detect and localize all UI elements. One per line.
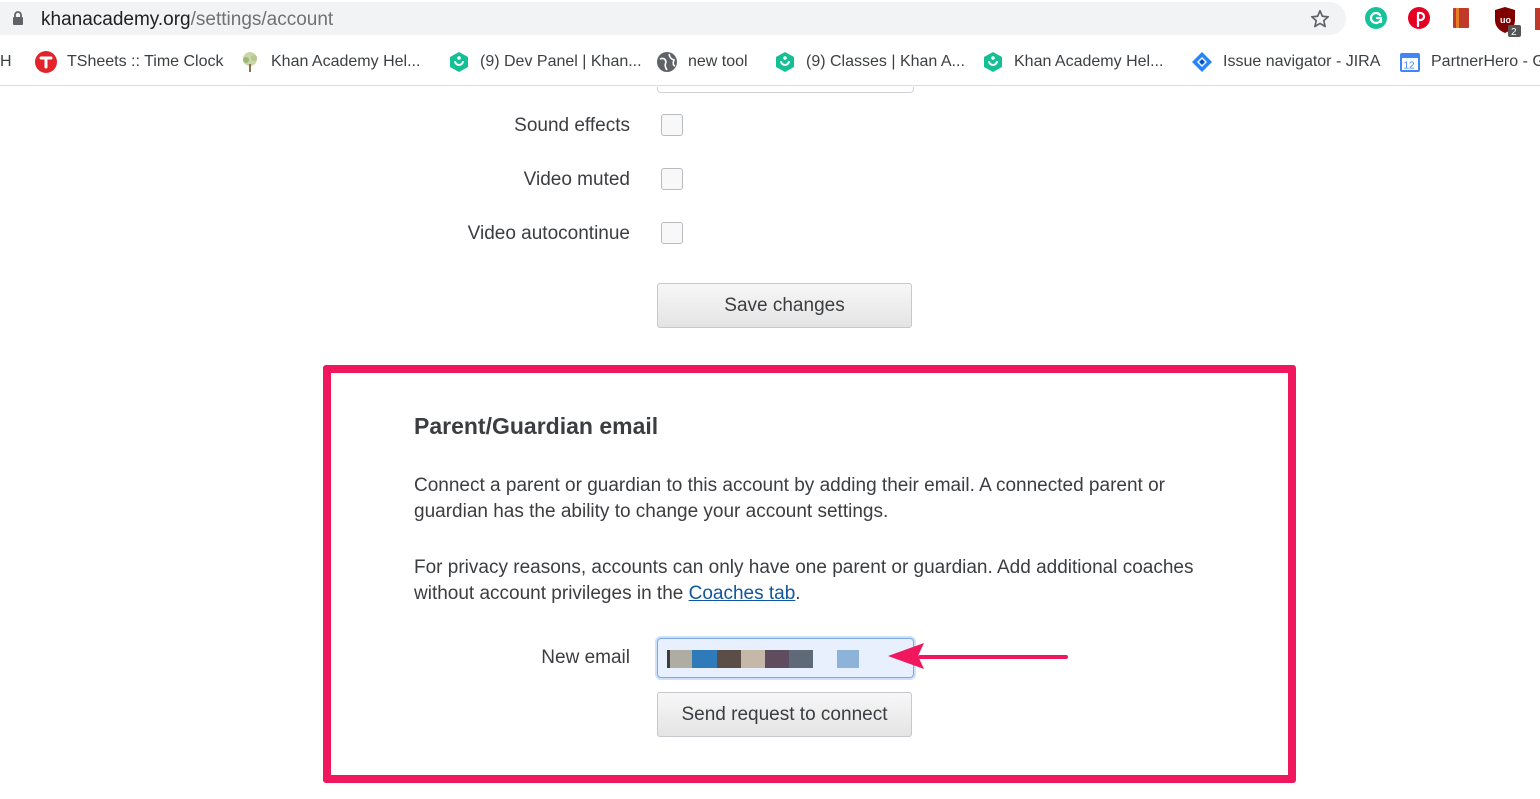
url-domain: khanacademy.org — [41, 9, 191, 30]
guardian-description: Connect a parent or guardian to this acc… — [414, 475, 1165, 522]
bookmark-label: new tool — [688, 53, 748, 70]
sound-effects-label: Sound effects — [514, 115, 630, 136]
bookmark-classes[interactable]: (9) Classes | Khan A... — [774, 50, 965, 74]
bookmark-label: TSheets :: Time Clock — [67, 53, 224, 70]
extension-cut-icon[interactable] — [1535, 8, 1540, 30]
sound-effects-checkbox[interactable] — [661, 114, 683, 136]
tsheets-icon — [35, 51, 57, 73]
calendar-icon: 12 — [1400, 53, 1420, 72]
settings-page: Sound effects Video muted Video autocont… — [0, 87, 1540, 799]
new-email-label: New email — [541, 647, 630, 668]
grammarly-icon[interactable] — [1364, 6, 1388, 30]
bookmark-h[interactable]: H — [0, 50, 12, 74]
bookmark-label: (9) Classes | Khan A... — [806, 53, 965, 70]
globe-icon — [657, 52, 677, 72]
coaches-tab-link[interactable]: Coaches tab — [689, 583, 796, 604]
video-muted-checkbox[interactable] — [661, 168, 683, 190]
tree-icon — [243, 52, 257, 72]
save-changes-button[interactable]: Save changes — [657, 283, 912, 328]
bookmark-tsheets[interactable]: TSheets :: Time Clock — [35, 50, 224, 74]
bookmark-extension-icon[interactable] — [1450, 6, 1474, 30]
svg-text:uo: uo — [1500, 15, 1511, 25]
bookmark-dev-panel[interactable]: (9) Dev Panel | Khan... — [448, 50, 642, 74]
bookmark-label: Khan Academy Hel... — [1014, 53, 1164, 70]
url-text: khanacademy.org/settings/account — [41, 9, 333, 31]
bookmark-jira[interactable]: Issue navigator - JIRA — [1191, 50, 1380, 74]
annotation-arrow-icon — [888, 643, 1068, 669]
bookmark-khan-help-1[interactable]: Khan Academy Hel... — [239, 50, 420, 74]
redacted-email-value — [667, 650, 859, 668]
khan-icon — [776, 52, 794, 72]
khan-icon — [450, 52, 468, 72]
send-request-button[interactable]: Send request to connect — [657, 692, 912, 737]
ublock-icon[interactable]: uo 2 — [1493, 6, 1523, 38]
bookmark-partnerhero[interactable]: 12 PartnerHero - G — [1399, 50, 1540, 74]
bookmark-label: H — [0, 53, 12, 70]
video-autocontinue-label: Video autocontinue — [467, 223, 630, 244]
bookmark-new-tool[interactable]: new tool — [656, 50, 748, 74]
video-muted-label: Video muted — [523, 169, 630, 190]
video-autocontinue-checkbox[interactable] — [661, 222, 683, 244]
bookmark-khan-help-2[interactable]: Khan Academy Hel... — [982, 50, 1163, 74]
bookmark-label: Issue navigator - JIRA — [1223, 53, 1381, 70]
calendar-day: 12 — [1404, 61, 1416, 72]
bookmarks-bar: H TSheets :: Time Clock Khan Academy Hel… — [0, 38, 1540, 86]
privacy-text: For privacy reasons, accounts can only h… — [414, 557, 1194, 604]
guardian-section-title: Parent/Guardian email — [414, 413, 659, 439]
url-field[interactable]: khanacademy.org/settings/account — [0, 2, 1346, 35]
bookmark-label: (9) Dev Panel | Khan... — [480, 53, 642, 70]
privacy-end: . — [795, 583, 801, 604]
bookmark-star-icon[interactable] — [1309, 8, 1331, 30]
bookmark-label: Khan Academy Hel... — [271, 53, 421, 70]
bookmark-label: PartnerHero - G — [1431, 53, 1540, 70]
jira-icon — [1192, 52, 1212, 72]
guardian-privacy-text: For privacy reasons, accounts can only h… — [414, 555, 1194, 607]
url-path: /settings/account — [190, 9, 334, 30]
khan-icon — [984, 52, 1002, 72]
lock-icon — [13, 11, 23, 25]
browser-address-bar: khanacademy.org/settings/account uo 2 — [0, 0, 1540, 38]
ublock-badge: 2 — [1511, 27, 1517, 38]
pinterest-icon[interactable] — [1407, 6, 1431, 30]
previous-setting-field[interactable] — [657, 87, 914, 93]
